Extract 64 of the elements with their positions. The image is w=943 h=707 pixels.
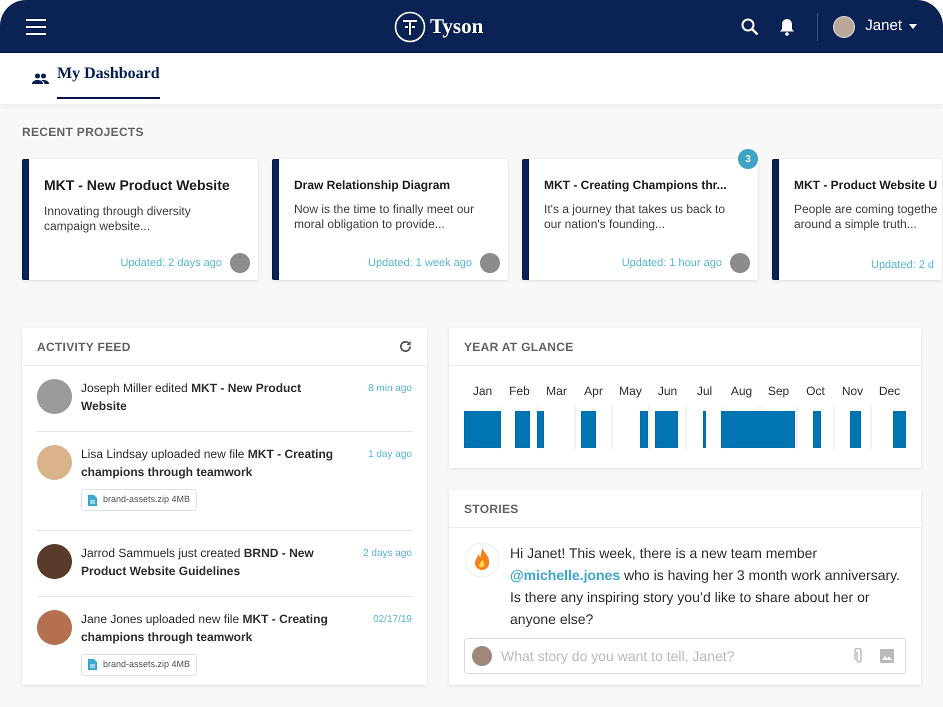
count-badge: 3 [738, 149, 758, 169]
month-label: Nov [840, 383, 864, 400]
card-title: STORIES [464, 500, 519, 518]
activity-time: 8 min ago [368, 382, 412, 396]
month-label: Aug [730, 383, 754, 400]
logo-text: Tyson [430, 12, 484, 40]
month-label: Jul [696, 383, 714, 400]
project-title: MKT - Product Website U [794, 177, 934, 194]
activity-time: 02/17/19 [373, 612, 412, 626]
project-title: MKT - Creating Champions thr... [544, 177, 728, 194]
activity-text: Joseph Miller edited MKT - New Product Website [81, 380, 302, 415]
attachment-chip[interactable]: brand-assets.zip 4MB [81, 654, 198, 676]
activity-text: Lisa Lindsay uploaded new file MKT - Creating champions through teamwork [81, 446, 334, 481]
flame-icon [464, 542, 500, 578]
month-label: Jun [656, 383, 678, 400]
card-title: ACTIVITY FEED [37, 338, 131, 356]
attachment-name: brand-assets.zip 4MB [103, 658, 190, 671]
activity-time: 1 day ago [368, 448, 412, 462]
user-name[interactable]: Janet [865, 15, 902, 38]
user-avatar [37, 610, 72, 644]
project-card[interactable]: MKT - Product Website U People are coming togethe around a simple truth... Updated: 2 d [772, 159, 942, 280]
logo-icon [394, 10, 426, 42]
search-icon[interactable] [741, 18, 760, 36]
user-avatar [37, 445, 72, 480]
month-label: Feb [508, 383, 531, 400]
tab[interactable]: My Dashboard [57, 48, 160, 99]
activity-text: Jane Jones uploaded new file MKT - Creating champions through teamwork [81, 610, 329, 646]
story-message: Hi Janet! This week, there is a new team member @michelle.jones who is having her 3 month work anniversary. Is there any inspiring story you’d like to share about her or anyone else? [510, 544, 902, 629]
section-title: RECENT PROJECTS [22, 124, 145, 141]
month-label: Jan [472, 383, 494, 400]
month-label: Dec [878, 383, 902, 400]
attachment-name: brand-assets.zip 4MB [103, 493, 190, 506]
paperclip-icon[interactable] [854, 648, 864, 664]
user-avatar[interactable] [833, 16, 856, 38]
caret-icon[interactable] [909, 24, 917, 29]
month-label: Oct [805, 383, 826, 400]
month-label: Apr [583, 383, 604, 400]
project-description: People are coming togethe around a simple truth... [794, 202, 938, 232]
project-description: It's a journey that takes us back to our nation's founding... [544, 202, 726, 232]
project-description: Now is the time to finally meet our moral obligation to provide... [294, 202, 476, 232]
file-icon [88, 659, 97, 670]
file-icon [88, 494, 97, 506]
project-card[interactable]: Draw Relationship Diagram Now is the time to finally meet our moral obligation to provide... Updated: 1 week ago [272, 159, 508, 280]
user-avatar [37, 544, 72, 578]
user-avatar [730, 253, 750, 273]
month-label: May [618, 383, 643, 400]
user-avatar [480, 253, 500, 273]
menu-icon[interactable] [26, 18, 46, 34]
month-label: Mar [545, 383, 568, 400]
user-avatar [37, 379, 72, 414]
project-title: MKT - New Product Website [44, 176, 231, 195]
activity-time: 2 days ago [363, 546, 412, 560]
project-title: Draw Relationship Diagram [294, 177, 452, 194]
refresh-icon[interactable] [399, 340, 412, 353]
attachment-chip[interactable]: brand-assets.zip 4MB [81, 489, 198, 511]
activity-text: Jarrod Sammuels just created BRND - New Product Website Guidelines [81, 544, 315, 580]
card-title: YEAR AT GLANCE [464, 338, 574, 356]
bell-icon[interactable] [779, 18, 796, 36]
story-input[interactable]: What story do you want to tell, Janet? [464, 638, 906, 674]
people-icon [32, 73, 49, 84]
user-avatar [230, 253, 250, 273]
project-card[interactable]: MKT - New Product Website Innovating through diversity campaign website... Updated: 2 days ago [22, 159, 258, 280]
project-description: Innovating through diversity campaign website... [44, 204, 192, 234]
month-label: Sep [766, 383, 790, 400]
